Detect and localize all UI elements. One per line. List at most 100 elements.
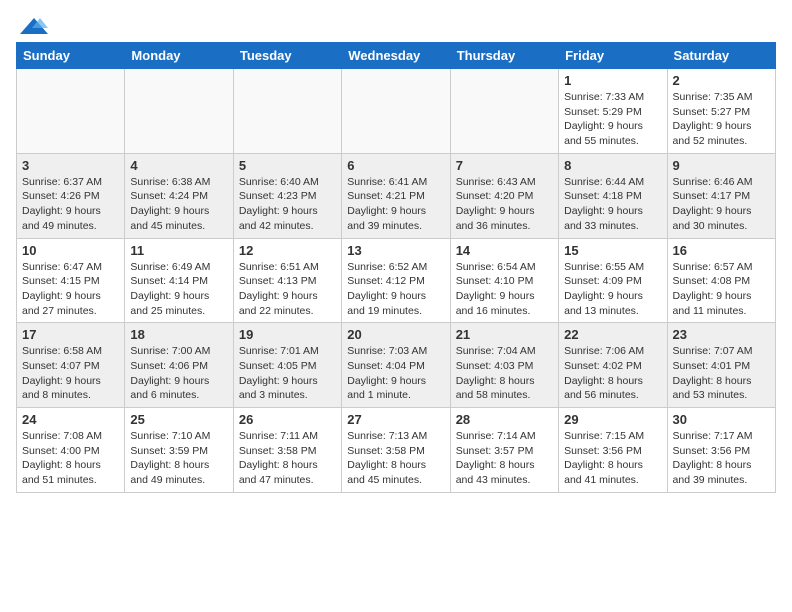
calendar-cell: 18 Sunrise: 7:00 AMSunset: 4:06 PMDayligh… bbox=[125, 323, 233, 408]
calendar-cell: 24Sunrise: 7:08 AMSunset: 4:00 PMDayligh… bbox=[17, 408, 125, 493]
day-number: 5 bbox=[239, 158, 336, 173]
calendar-cell: 6 Sunrise: 6:41 AMSunset: 4:21 PMDaylight… bbox=[342, 153, 450, 238]
calendar-cell: 8 Sunrise: 6:44 AMSunset: 4:18 PMDaylight… bbox=[559, 153, 667, 238]
calendar-cell: 15 Sunrise: 6:55 AMSunset: 4:09 PMDayligh… bbox=[559, 238, 667, 323]
day-detail: Sunrise: 6:52 AMSunset: 4:12 PMDaylight:… bbox=[347, 260, 444, 319]
day-detail: Sunrise: 6:49 AMSunset: 4:14 PMDaylight:… bbox=[130, 260, 227, 319]
weekday-header-friday: Friday bbox=[559, 43, 667, 69]
logo-icon bbox=[20, 16, 48, 36]
day-number: 15 bbox=[564, 243, 661, 258]
weekday-header-wednesday: Wednesday bbox=[342, 43, 450, 69]
week-row-2: 3 Sunrise: 6:37 AMSunset: 4:26 PMDaylight… bbox=[17, 153, 776, 238]
day-detail: Sunrise: 6:54 AMSunset: 4:10 PMDaylight:… bbox=[456, 260, 553, 319]
day-number: 13 bbox=[347, 243, 444, 258]
calendar-cell: 10Sunrise: 6:47 AMSunset: 4:15 PMDayligh… bbox=[17, 238, 125, 323]
calendar-cell: 11 Sunrise: 6:49 AMSunset: 4:14 PMDayligh… bbox=[125, 238, 233, 323]
day-detail: Sunrise: 6:40 AMSunset: 4:23 PMDaylight:… bbox=[239, 175, 336, 234]
day-number: 2 bbox=[673, 73, 770, 88]
calendar-cell bbox=[233, 69, 341, 154]
weekday-header-thursday: Thursday bbox=[450, 43, 558, 69]
day-number: 6 bbox=[347, 158, 444, 173]
calendar-cell: 27Sunrise: 7:13 AMSunset: 3:58 PMDayligh… bbox=[342, 408, 450, 493]
day-detail: Sunrise: 7:17 AMSunset: 3:56 PMDaylight:… bbox=[673, 429, 770, 488]
calendar-cell: 19 Sunrise: 7:01 AMSunset: 4:05 PMDayligh… bbox=[233, 323, 341, 408]
day-number: 11 bbox=[130, 243, 227, 258]
day-number: 26 bbox=[239, 412, 336, 427]
day-number: 16 bbox=[673, 243, 770, 258]
weekday-header-row: SundayMondayTuesdayWednesdayThursdayFrid… bbox=[17, 43, 776, 69]
weekday-header-monday: Monday bbox=[125, 43, 233, 69]
day-detail: Sunrise: 7:08 AMSunset: 4:00 PMDaylight:… bbox=[22, 429, 119, 488]
calendar-cell: 12 Sunrise: 6:51 AMSunset: 4:13 PMDayligh… bbox=[233, 238, 341, 323]
calendar-cell: 29 Sunrise: 7:15 AMSunset: 3:56 PMDayligh… bbox=[559, 408, 667, 493]
day-number: 30 bbox=[673, 412, 770, 427]
day-number: 12 bbox=[239, 243, 336, 258]
calendar-cell: 30 Sunrise: 7:17 AMSunset: 3:56 PMDayligh… bbox=[667, 408, 775, 493]
day-number: 9 bbox=[673, 158, 770, 173]
day-number: 25 bbox=[130, 412, 227, 427]
day-number: 20 bbox=[347, 327, 444, 342]
calendar-cell bbox=[17, 69, 125, 154]
calendar-cell: 7Sunrise: 6:43 AMSunset: 4:20 PMDaylight… bbox=[450, 153, 558, 238]
day-number: 17 bbox=[22, 327, 119, 342]
calendar-cell bbox=[450, 69, 558, 154]
page: SundayMondayTuesdayWednesdayThursdayFrid… bbox=[0, 0, 792, 509]
day-detail: Sunrise: 7:13 AMSunset: 3:58 PMDaylight:… bbox=[347, 429, 444, 488]
calendar-cell: 28Sunrise: 7:14 AMSunset: 3:57 PMDayligh… bbox=[450, 408, 558, 493]
calendar-cell: 3 Sunrise: 6:37 AMSunset: 4:26 PMDaylight… bbox=[17, 153, 125, 238]
day-detail: Sunrise: 7:01 AMSunset: 4:05 PMDaylight:… bbox=[239, 344, 336, 403]
calendar-table: SundayMondayTuesdayWednesdayThursdayFrid… bbox=[16, 42, 776, 493]
day-detail: Sunrise: 7:10 AMSunset: 3:59 PMDaylight:… bbox=[130, 429, 227, 488]
calendar-cell: 25 Sunrise: 7:10 AMSunset: 3:59 PMDayligh… bbox=[125, 408, 233, 493]
day-detail: Sunrise: 6:43 AMSunset: 4:20 PMDaylight:… bbox=[456, 175, 553, 234]
day-number: 1 bbox=[564, 73, 661, 88]
calendar-cell: 22 Sunrise: 7:06 AMSunset: 4:02 PMDayligh… bbox=[559, 323, 667, 408]
day-detail: Sunrise: 6:41 AMSunset: 4:21 PMDaylight:… bbox=[347, 175, 444, 234]
calendar-cell: 16Sunrise: 6:57 AMSunset: 4:08 PMDayligh… bbox=[667, 238, 775, 323]
calendar-cell: 14 Sunrise: 6:54 AMSunset: 4:10 PMDayligh… bbox=[450, 238, 558, 323]
day-detail: Sunrise: 7:15 AMSunset: 3:56 PMDaylight:… bbox=[564, 429, 661, 488]
calendar-cell: 26 Sunrise: 7:11 AMSunset: 3:58 PMDayligh… bbox=[233, 408, 341, 493]
day-number: 21 bbox=[456, 327, 553, 342]
day-number: 29 bbox=[564, 412, 661, 427]
day-detail: Sunrise: 7:33 AMSunset: 5:29 PMDaylight:… bbox=[564, 90, 661, 149]
week-row-5: 24Sunrise: 7:08 AMSunset: 4:00 PMDayligh… bbox=[17, 408, 776, 493]
calendar-cell bbox=[342, 69, 450, 154]
weekday-header-saturday: Saturday bbox=[667, 43, 775, 69]
week-row-1: 1 Sunrise: 7:33 AMSunset: 5:29 PMDaylight… bbox=[17, 69, 776, 154]
day-detail: Sunrise: 7:11 AMSunset: 3:58 PMDaylight:… bbox=[239, 429, 336, 488]
logo bbox=[16, 16, 48, 32]
day-detail: Sunrise: 6:46 AMSunset: 4:17 PMDaylight:… bbox=[673, 175, 770, 234]
day-number: 8 bbox=[564, 158, 661, 173]
day-number: 14 bbox=[456, 243, 553, 258]
day-number: 18 bbox=[130, 327, 227, 342]
calendar-cell: 5 Sunrise: 6:40 AMSunset: 4:23 PMDaylight… bbox=[233, 153, 341, 238]
calendar-cell: 1 Sunrise: 7:33 AMSunset: 5:29 PMDaylight… bbox=[559, 69, 667, 154]
day-detail: Sunrise: 7:07 AMSunset: 4:01 PMDaylight:… bbox=[673, 344, 770, 403]
day-detail: Sunrise: 6:44 AMSunset: 4:18 PMDaylight:… bbox=[564, 175, 661, 234]
day-number: 19 bbox=[239, 327, 336, 342]
day-number: 4 bbox=[130, 158, 227, 173]
day-detail: Sunrise: 7:03 AMSunset: 4:04 PMDaylight:… bbox=[347, 344, 444, 403]
calendar-cell: 23 Sunrise: 7:07 AMSunset: 4:01 PMDayligh… bbox=[667, 323, 775, 408]
day-detail: Sunrise: 6:47 AMSunset: 4:15 PMDaylight:… bbox=[22, 260, 119, 319]
calendar-cell: 2Sunrise: 7:35 AMSunset: 5:27 PMDaylight… bbox=[667, 69, 775, 154]
day-detail: Sunrise: 6:38 AMSunset: 4:24 PMDaylight:… bbox=[130, 175, 227, 234]
day-detail: Sunrise: 6:55 AMSunset: 4:09 PMDaylight:… bbox=[564, 260, 661, 319]
day-number: 3 bbox=[22, 158, 119, 173]
header bbox=[16, 16, 776, 32]
calendar-cell: 9 Sunrise: 6:46 AMSunset: 4:17 PMDaylight… bbox=[667, 153, 775, 238]
day-detail: Sunrise: 6:58 AMSunset: 4:07 PMDaylight:… bbox=[22, 344, 119, 403]
day-number: 23 bbox=[673, 327, 770, 342]
day-detail: Sunrise: 6:37 AMSunset: 4:26 PMDaylight:… bbox=[22, 175, 119, 234]
day-detail: Sunrise: 7:14 AMSunset: 3:57 PMDaylight:… bbox=[456, 429, 553, 488]
calendar-cell: 17 Sunrise: 6:58 AMSunset: 4:07 PMDayligh… bbox=[17, 323, 125, 408]
weekday-header-sunday: Sunday bbox=[17, 43, 125, 69]
day-detail: Sunrise: 7:00 AMSunset: 4:06 PMDaylight:… bbox=[130, 344, 227, 403]
day-detail: Sunrise: 7:06 AMSunset: 4:02 PMDaylight:… bbox=[564, 344, 661, 403]
day-number: 22 bbox=[564, 327, 661, 342]
calendar-cell bbox=[125, 69, 233, 154]
day-detail: Sunrise: 6:51 AMSunset: 4:13 PMDaylight:… bbox=[239, 260, 336, 319]
week-row-3: 10Sunrise: 6:47 AMSunset: 4:15 PMDayligh… bbox=[17, 238, 776, 323]
calendar-cell: 13 Sunrise: 6:52 AMSunset: 4:12 PMDayligh… bbox=[342, 238, 450, 323]
